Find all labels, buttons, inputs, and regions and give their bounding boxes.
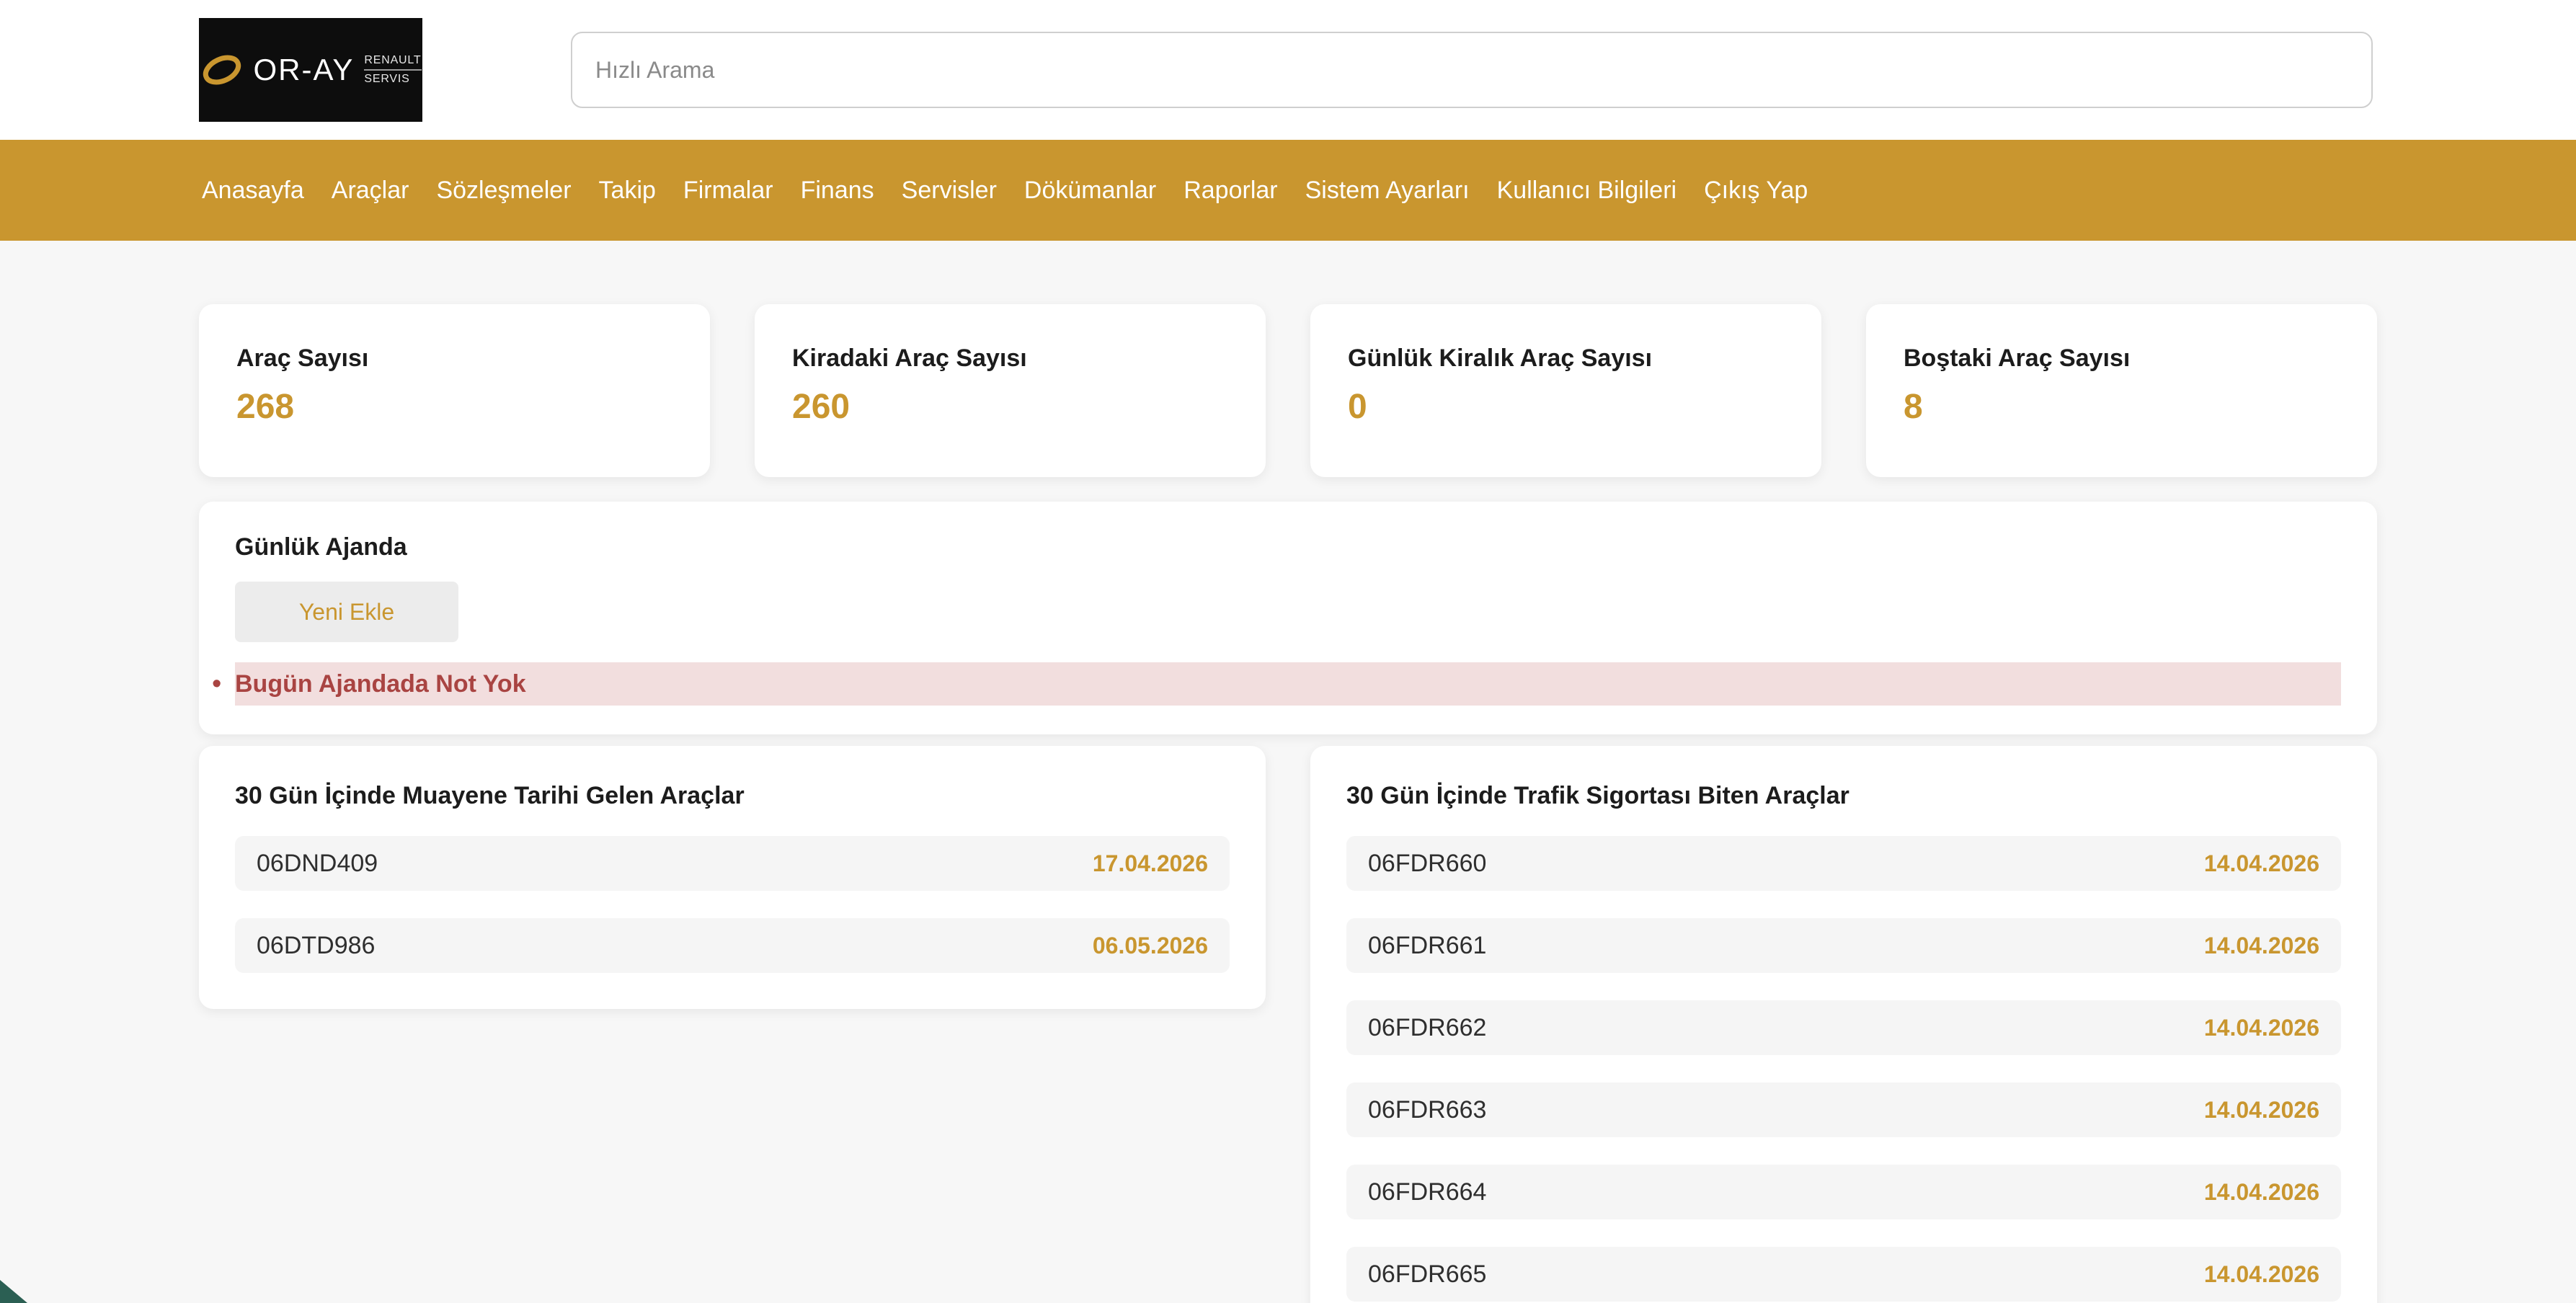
- table-row[interactable]: 06FDR661 14.04.2026: [1346, 918, 2341, 973]
- vehicle-plate: 06FDR662: [1368, 1013, 1487, 1041]
- stat-card-arac-sayisi: Araç Sayısı 268: [199, 304, 710, 477]
- page: OR-AY RENAULT SERVIS Anasayfa Araçlar Sö…: [0, 0, 2576, 1303]
- nav-item-firmalar[interactable]: Firmalar: [683, 177, 773, 205]
- due-date: 17.04.2026: [1092, 850, 1208, 876]
- nav-item-cikis-yap[interactable]: Çıkış Yap: [1704, 177, 1808, 205]
- nav-item-servisler[interactable]: Servisler: [902, 177, 997, 205]
- nav-item-anasayfa[interactable]: Anasayfa: [202, 177, 304, 205]
- vehicle-plate: 06FDR665: [1368, 1260, 1487, 1288]
- vehicle-plate: 06FDR664: [1368, 1178, 1487, 1206]
- due-date: 14.04.2026: [2203, 850, 2319, 876]
- due-date: 14.04.2026: [2203, 1260, 2319, 1287]
- nav-item-takip[interactable]: Takip: [599, 177, 656, 205]
- daily-agenda-card: Günlük Ajanda Yeni Ekle • Bugün Ajandada…: [199, 502, 2377, 734]
- search-input[interactable]: [571, 32, 2373, 108]
- bottom-lists: 30 Gün İçinde Muayene Tarihi Gelen Araçl…: [199, 746, 2377, 1303]
- due-date: 14.04.2026: [2203, 1178, 2319, 1205]
- stat-value: 8: [1904, 388, 1923, 426]
- brand-subtitle: RENAULT SERVIS: [364, 54, 422, 85]
- main-nav: Anasayfa Araçlar Sözleşmeler Takip Firma…: [0, 140, 2576, 241]
- brand-logo[interactable]: OR-AY RENAULT SERVIS: [199, 18, 422, 122]
- stat-value: 0: [1348, 388, 1367, 426]
- stat-card-bostaki-arac: Boştaki Araç Sayısı 8: [1866, 304, 2377, 477]
- due-date: 14.04.2026: [2203, 1014, 2319, 1041]
- insurance-expiry-card: 30 Gün İçinde Trafik Sigortası Biten Ara…: [1310, 746, 2377, 1303]
- agenda-empty-message: Bugün Ajandada Not Yok: [235, 662, 2341, 706]
- table-row[interactable]: 06FDR665 14.04.2026: [1346, 1247, 2341, 1302]
- top-header: OR-AY RENAULT SERVIS: [0, 0, 2576, 140]
- due-date: 14.04.2026: [2203, 932, 2319, 959]
- ring-logo-icon: [203, 55, 241, 85]
- table-row[interactable]: 06FDR663 14.04.2026: [1346, 1082, 2341, 1137]
- stat-value: 268: [236, 388, 295, 426]
- table-row[interactable]: 06FDR664 14.04.2026: [1346, 1165, 2341, 1219]
- agenda-empty-alert: • Bugün Ajandada Not Yok: [212, 662, 2341, 706]
- inspection-due-card: 30 Gün İçinde Muayene Tarihi Gelen Araçl…: [199, 746, 1266, 1009]
- vehicle-plate: 06FDR661: [1368, 931, 1487, 959]
- stat-card-kiradaki-arac: Kiradaki Araç Sayısı 260: [755, 304, 1266, 477]
- stats-row: Araç Sayısı 268 Kiradaki Araç Sayısı 260…: [199, 304, 2377, 477]
- corner-decoration: [0, 1280, 27, 1303]
- table-row[interactable]: 06DTD986 06.05.2026: [235, 918, 1230, 973]
- nav-item-finans[interactable]: Finans: [801, 177, 874, 205]
- nav-item-sistem-ayarlari[interactable]: Sistem Ayarları: [1305, 177, 1470, 205]
- stat-label: Araç Sayısı: [236, 344, 369, 372]
- alert-bullet: •: [212, 669, 222, 699]
- inspection-card-title: 30 Gün İçinde Muayene Tarihi Gelen Araçl…: [235, 782, 745, 809]
- nav-item-dokumanlar[interactable]: Dökümanlar: [1024, 177, 1156, 205]
- table-row[interactable]: 06DND409 17.04.2026: [235, 836, 1230, 891]
- stat-card-gunluk-kiralik: Günlük Kiralık Araç Sayısı 0: [1310, 304, 1821, 477]
- table-row[interactable]: 06FDR660 14.04.2026: [1346, 836, 2341, 891]
- vehicle-plate: 06DND409: [257, 849, 378, 877]
- due-date: 06.05.2026: [1092, 932, 1208, 959]
- stat-label: Günlük Kiralık Araç Sayısı: [1348, 344, 1653, 372]
- nav-item-raporlar[interactable]: Raporlar: [1183, 177, 1277, 205]
- stat-value: 260: [792, 388, 850, 426]
- table-row[interactable]: 06FDR662 14.04.2026: [1346, 1000, 2341, 1055]
- brand-name: OR-AY: [253, 53, 355, 86]
- vehicle-plate: 06DTD986: [257, 931, 376, 959]
- vehicle-plate: 06FDR660: [1368, 849, 1487, 877]
- nav-item-kullanici-bilgileri[interactable]: Kullanıcı Bilgileri: [1497, 177, 1676, 205]
- main-content: Araç Sayısı 268 Kiradaki Araç Sayısı 260…: [0, 241, 2576, 1303]
- nav-item-sozlesmeler[interactable]: Sözleşmeler: [436, 177, 571, 205]
- nav-item-araclar[interactable]: Araçlar: [332, 177, 409, 205]
- insurance-card-title: 30 Gün İçinde Trafik Sigortası Biten Ara…: [1346, 782, 1849, 809]
- vehicle-plate: 06FDR663: [1368, 1095, 1487, 1124]
- due-date: 14.04.2026: [2203, 1096, 2319, 1123]
- agenda-title: Günlük Ajanda: [235, 533, 407, 561]
- agenda-add-button[interactable]: Yeni Ekle: [235, 582, 458, 642]
- stat-label: Boştaki Araç Sayısı: [1904, 344, 2131, 372]
- stat-label: Kiradaki Araç Sayısı: [792, 344, 1027, 372]
